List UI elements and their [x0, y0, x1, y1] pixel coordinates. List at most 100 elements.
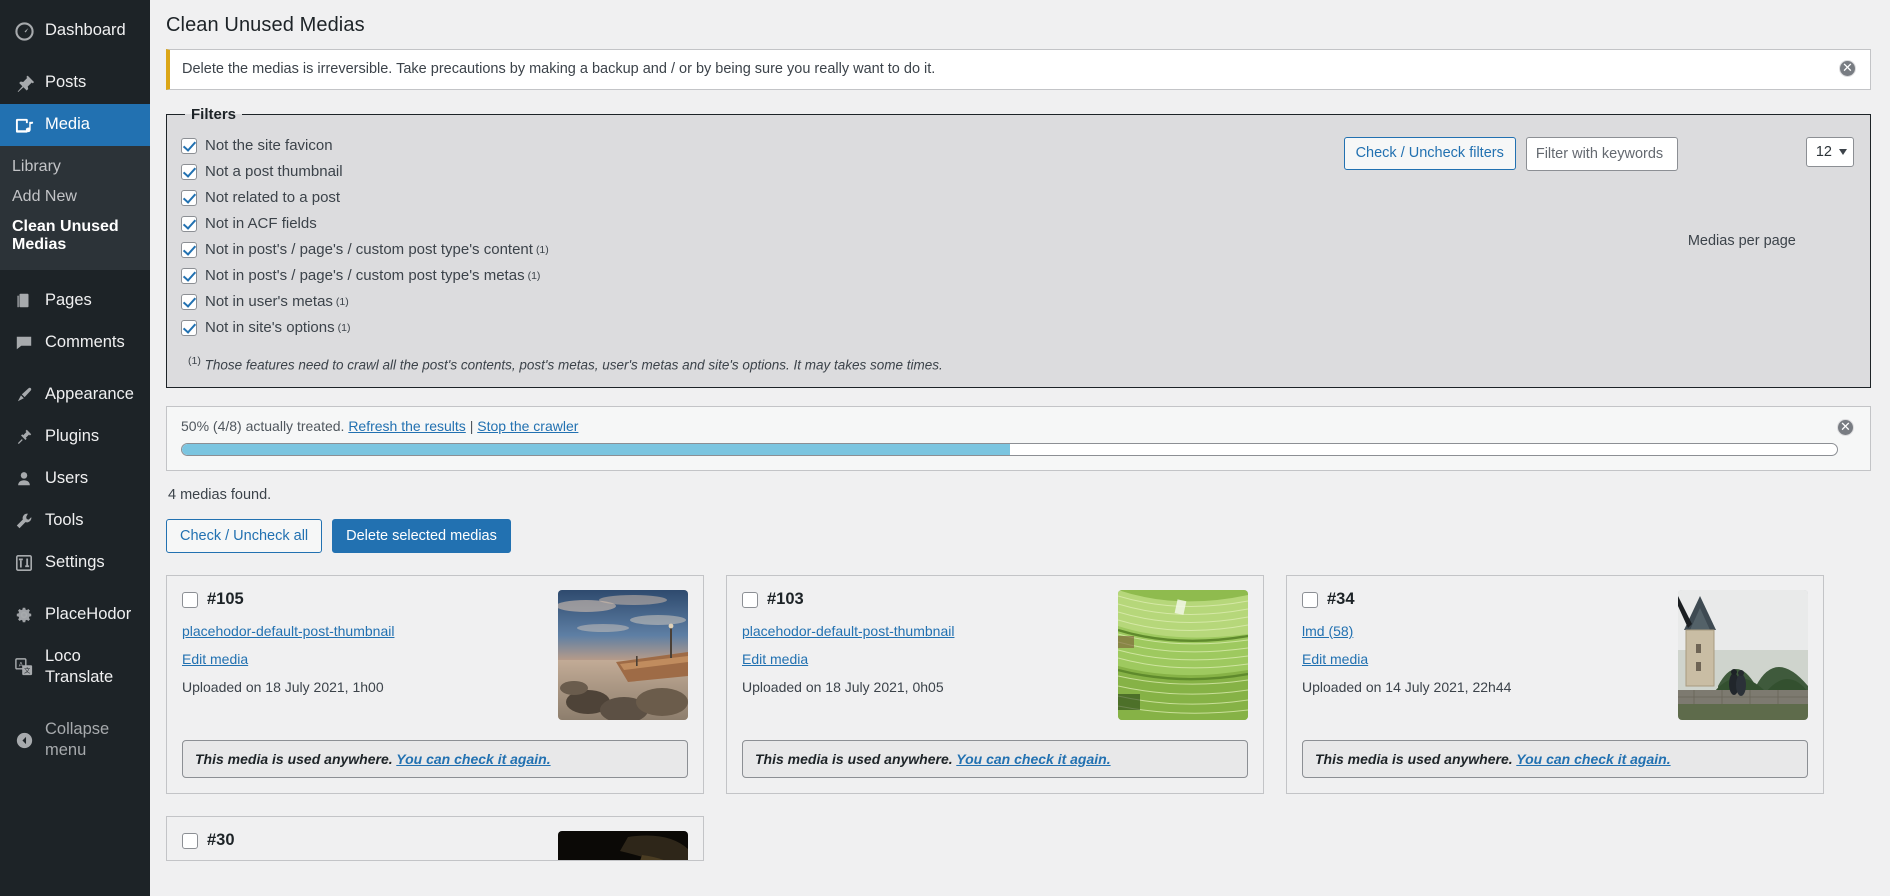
- sidebar-item-label: PlaceHodor: [45, 605, 132, 624]
- media-submenu: Library Add New Clean Unused Medias: [0, 146, 150, 270]
- notice-dismiss-button[interactable]: ✕: [1839, 59, 1859, 80]
- main-content: Clean Unused Medias Delete the medias is…: [150, 0, 1890, 896]
- filter-not-in-content[interactable]: Not in post's / page's / custom post typ…: [181, 241, 1344, 258]
- comments-icon: [12, 332, 36, 354]
- footnote-marker: (1): [535, 243, 549, 256]
- media-card-header: #34: [1302, 590, 1678, 609]
- footnote-marker: (1): [337, 321, 351, 334]
- checkbox-icon[interactable]: [181, 215, 197, 232]
- media-card[interactable]: #105 placehodor-default-post-thumbnail E…: [166, 575, 704, 794]
- media-card[interactable]: #34 lmd (58) Edit media Uploaded on 14 J…: [1286, 575, 1824, 794]
- media-usage-note: This media is used anywhere. You can che…: [742, 740, 1248, 778]
- crawler-panel: 50% (4/8) actually treated. Refresh the …: [166, 405, 1871, 471]
- edit-media-link[interactable]: Edit media: [1302, 651, 1678, 667]
- filter-label: Not in ACF fields: [205, 215, 317, 232]
- medias-per-page-select[interactable]: 12: [1805, 137, 1854, 167]
- checkbox-icon[interactable]: [181, 241, 197, 258]
- wrench-icon: [12, 510, 36, 532]
- refresh-results-link[interactable]: Refresh the results: [348, 418, 466, 434]
- filter-not-site-favicon[interactable]: Not the site favicon: [181, 137, 1344, 154]
- media-select-checkbox[interactable]: [742, 591, 758, 608]
- sidebar-item-appearance[interactable]: Appearance: [0, 374, 150, 416]
- sidebar-item-media[interactable]: Media: [0, 104, 150, 146]
- sidebar-item-add-new[interactable]: Add New: [0, 182, 150, 212]
- sidebar-item-clean-unused-medias[interactable]: Clean Unused Medias: [0, 212, 150, 260]
- sidebar-item-placehodor[interactable]: PlaceHodor: [0, 594, 150, 636]
- filter-not-post-thumbnail[interactable]: Not a post thumbnail: [181, 163, 1344, 180]
- media-id: #34: [1327, 590, 1355, 608]
- media-card[interactable]: #30: [166, 816, 704, 861]
- sidebar-item-posts[interactable]: Posts: [0, 62, 150, 104]
- checkbox-icon[interactable]: [181, 163, 197, 180]
- sidebar-item-settings[interactable]: Settings: [0, 542, 150, 584]
- sidebar-item-plugins[interactable]: Plugins: [0, 416, 150, 458]
- filter-not-related-to-post[interactable]: Not related to a post: [181, 189, 1344, 206]
- media-card[interactable]: #103 placehodor-default-post-thumbnail E…: [726, 575, 1264, 794]
- medias-found-text: 4 medias found.: [168, 486, 272, 503]
- checkbox-icon[interactable]: [181, 293, 197, 310]
- sidebar-item-comments[interactable]: Comments: [0, 322, 150, 364]
- media-select-checkbox[interactable]: [182, 832, 198, 849]
- checkbox-icon[interactable]: [181, 267, 197, 284]
- media-card-info: #34 lmd (58) Edit media Uploaded on 14 J…: [1302, 590, 1678, 720]
- crawler-status-text: 50% (4/8) actually treated.: [181, 417, 345, 434]
- filters-row: Not the site favicon Not a post thumbnai…: [181, 131, 1856, 345]
- edit-media-link[interactable]: Edit media: [742, 651, 1118, 667]
- media-upload-date: Uploaded on 18 July 2021, 1h00: [182, 679, 384, 695]
- stop-crawler-link[interactable]: Stop the crawler: [477, 418, 578, 434]
- brush-icon: [12, 384, 36, 406]
- sidebar-item-library[interactable]: Library: [0, 152, 150, 182]
- sidebar-item-label: Tools: [45, 511, 84, 530]
- filters-fieldset: Filters Not the site favicon Not a post …: [166, 106, 1871, 388]
- check-uncheck-all-button[interactable]: Check / Uncheck all: [166, 518, 323, 553]
- filter-label: Not in user's metas: [205, 293, 333, 310]
- check-again-link[interactable]: You can check it again.: [956, 751, 1110, 767]
- close-icon: ✕: [1839, 59, 1856, 77]
- media-thumbnail[interactable]: [1678, 590, 1808, 720]
- media-select-checkbox[interactable]: [182, 591, 198, 608]
- media-thumbnail[interactable]: [1118, 590, 1248, 720]
- check-uncheck-filters-button[interactable]: Check / Uncheck filters: [1343, 137, 1516, 170]
- filter-label: Not related to a post: [205, 189, 341, 206]
- sidebar-item-users[interactable]: Users: [0, 458, 150, 500]
- pages-icon: [12, 290, 36, 312]
- delete-selected-medias-button[interactable]: Delete selected medias: [332, 518, 511, 553]
- edit-media-link[interactable]: Edit media: [182, 651, 558, 667]
- sidebar-item-pages[interactable]: Pages: [0, 280, 150, 322]
- media-upload-date: Uploaded on 14 July 2021, 22h44: [1302, 679, 1512, 695]
- sliders-icon: [12, 552, 36, 574]
- keyword-filter-input[interactable]: [1525, 137, 1678, 171]
- filter-not-in-acf-fields[interactable]: Not in ACF fields: [181, 215, 1344, 232]
- checkbox-icon[interactable]: [181, 319, 197, 336]
- sidebar-item-label: Plugins: [45, 427, 100, 446]
- media-thumbnail[interactable]: [558, 831, 688, 860]
- media-select-checkbox[interactable]: [1302, 591, 1318, 608]
- check-again-link[interactable]: You can check it again.: [396, 751, 550, 767]
- media-id: #105: [207, 590, 244, 608]
- check-again-link[interactable]: You can check it again.: [1516, 751, 1670, 767]
- svg-text:文: 文: [24, 666, 31, 675]
- filter-not-in-user-metas[interactable]: Not in user's metas (1): [181, 293, 1344, 310]
- media-file-link[interactable]: lmd (58): [1302, 623, 1678, 639]
- checkbox-icon[interactable]: [181, 137, 197, 154]
- media-file-link[interactable]: placehodor-default-post-thumbnail: [742, 623, 1118, 639]
- sidebar-item-dashboard[interactable]: Dashboard: [0, 10, 150, 52]
- sidebar-item-tools[interactable]: Tools: [0, 500, 150, 542]
- user-icon: [12, 468, 36, 490]
- sidebar-item-label: Media: [45, 115, 90, 134]
- crawler-dismiss-button[interactable]: ✕: [1837, 418, 1857, 439]
- sidebar-item-loco-translate[interactable]: A文 Loco Translate: [0, 636, 150, 699]
- crawler-status: 50% (4/8) actually treated. Refresh the …: [181, 418, 1856, 434]
- media-usage-text: This media is used anywhere.: [755, 751, 953, 767]
- media-thumbnail[interactable]: [558, 590, 688, 720]
- content-inner: Delete the medias is irreversible. Take …: [150, 49, 1890, 861]
- filter-not-in-metas[interactable]: Not in post's / page's / custom post typ…: [181, 267, 1344, 284]
- collapse-menu-button[interactable]: Collapse menu: [0, 709, 150, 772]
- checkbox-icon[interactable]: [181, 189, 197, 206]
- filters-footnote: (1) Those features need to crawl all the…: [181, 355, 1856, 373]
- filter-not-in-site-options[interactable]: Not in site's options (1): [181, 319, 1344, 336]
- media-file-link[interactable]: placehodor-default-post-thumbnail: [182, 623, 558, 639]
- media-card-info: #30: [182, 831, 558, 860]
